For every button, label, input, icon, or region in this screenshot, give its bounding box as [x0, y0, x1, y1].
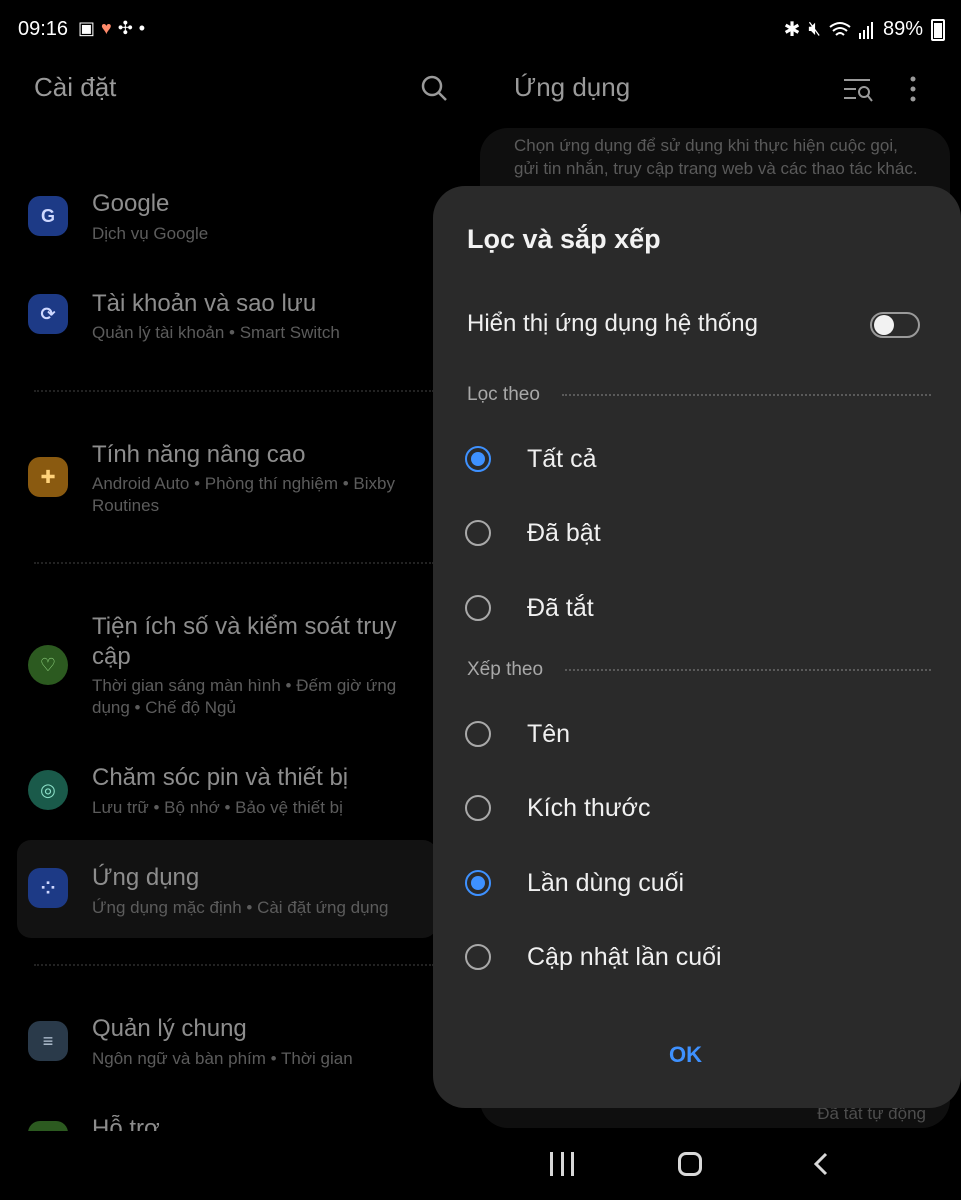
filter-section-header: Lọc theo: [467, 384, 931, 406]
option-label: Lần dùng cuối: [527, 868, 685, 897]
item-title: Ứng dụng: [92, 864, 200, 891]
settings-item-accounts-backup[interactable]: ⟳ Tài khoản và sao lưu Quản lý tài khoản…: [28, 290, 438, 350]
item-title: Chăm sóc pin và thiết bị: [92, 764, 349, 791]
item-subtitle: Lưu trữ • Bộ nhớ • Bảo vệ thiết bị: [92, 798, 343, 817]
wifi-icon: [829, 21, 851, 36]
section-divider: [565, 669, 931, 671]
item-title: Tính năng nâng cao: [92, 441, 306, 468]
filter-option-all[interactable]: Tất cả: [465, 434, 935, 484]
settings-item-apps[interactable]: ⁘ Ứng dụng Ứng dụng mặc định • Cài đặt ứ…: [28, 864, 438, 924]
sort-option-name[interactable]: Tên: [465, 709, 935, 759]
health-icon: ♥: [101, 18, 118, 38]
status-time: 09:16: [18, 18, 69, 40]
bluetooth-icon: ✱: [783, 19, 801, 41]
filter-option-enabled[interactable]: Đã bật: [465, 508, 935, 558]
item-subtitle: Android Auto • Phòng thí nghiệm • Bixby: [92, 474, 395, 493]
apps-icon: ⁘: [28, 868, 68, 908]
settings-item-advanced-features[interactable]: ✚ Tính năng nâng cao Android Auto • Phòn…: [28, 441, 438, 521]
radio-selected[interactable]: [465, 870, 491, 896]
option-label: Đã tắt: [527, 593, 594, 622]
wellbeing-icon: ♡: [28, 645, 68, 685]
search-icon[interactable]: [420, 74, 448, 102]
toggle-knob: [874, 315, 894, 335]
mute-icon: 🔇︎: [808, 18, 821, 40]
image-icon: ▣: [78, 18, 102, 38]
item-subtitle: Thời gian sáng màn hình • Đếm giờ ứng: [92, 676, 397, 695]
radio-unselected[interactable]: [465, 721, 491, 747]
apps-title: Ứng dụng: [514, 72, 631, 102]
divider: [34, 390, 434, 392]
fan-icon: ✣: [117, 18, 139, 38]
sync-icon: ⟳: [28, 294, 68, 334]
gear-plus-icon: ✚: [28, 457, 68, 497]
settings-item-device-care[interactable]: ◎ Chăm sóc pin và thiết bị Lưu trữ • Bộ …: [28, 764, 438, 824]
home-button[interactable]: [678, 1152, 702, 1176]
option-label: Tất cả: [527, 444, 597, 473]
sort-option-size[interactable]: Kích thước: [465, 783, 935, 833]
filter-search-icon[interactable]: [842, 76, 874, 104]
battery-icon: [931, 18, 945, 41]
radio-unselected[interactable]: [465, 944, 491, 970]
item-subtitle: Ứng dụng mặc định • Cài đặt ứng dụng: [92, 898, 389, 917]
filter-sort-dialog: Lọc và sắp xếp Hiển thị ứng dụng hệ thốn…: [433, 186, 961, 1108]
show-system-apps-label: Hiển thị ứng dụng hệ thống: [467, 310, 758, 337]
sliders-icon: ≡: [28, 1021, 68, 1061]
filter-section-label: Lọc theo: [467, 384, 540, 405]
dialog-title: Lọc và sắp xếp: [467, 224, 661, 254]
item-subtitle: Ngôn ngữ và bàn phím • Thời gian: [92, 1049, 353, 1068]
item-title: Quản lý chung: [92, 1015, 247, 1042]
divider: [34, 964, 434, 966]
signal-icon: [858, 21, 873, 39]
settings-item-support[interactable]: Hỗ trợ: [28, 1115, 438, 1131]
ok-button[interactable]: OK: [669, 1042, 702, 1068]
sort-section-label: Xếp theo: [467, 659, 544, 680]
recent-apps-button[interactable]: [550, 1152, 574, 1176]
item-subtitle: Dịch vụ Google: [92, 224, 209, 243]
settings-item-digital-wellbeing[interactable]: ♡ Tiện ích số và kiểm soát truy cập Thời…: [28, 613, 438, 723]
divider: [34, 562, 434, 564]
item-subtitle-line2: Routines: [92, 496, 160, 515]
item-title-line2: cập: [92, 643, 131, 670]
option-label: Đã bật: [527, 518, 601, 547]
item-title: Tiện ích số và kiểm soát truy: [92, 613, 397, 640]
filter-option-disabled[interactable]: Đã tắt: [465, 583, 935, 633]
item-title: Tài khoản và sao lưu: [92, 290, 317, 317]
sort-option-last-updated[interactable]: Cập nhật lần cuối: [465, 932, 935, 982]
radio-unselected[interactable]: [465, 595, 491, 621]
item-title: Google: [92, 190, 170, 217]
status-right: ✱ 🔇︎ 89%: [784, 17, 945, 42]
dot-icon: •: [138, 18, 152, 38]
radio-unselected[interactable]: [465, 795, 491, 821]
accessibility-icon: [28, 1121, 68, 1131]
radio-unselected[interactable]: [465, 520, 491, 546]
status-bar: 09:16 ▣♥✣• ✱ 🔇︎ 89%: [0, 0, 961, 60]
settings-item-google[interactable]: G Google Dịch vụ Google: [28, 190, 438, 250]
google-icon: G: [28, 196, 68, 236]
device-care-icon: ◎: [28, 770, 68, 810]
section-divider: [561, 394, 931, 396]
sort-section-header: Xếp theo: [467, 659, 931, 681]
item-subtitle-line2: dụng • Chế độ Ngủ: [92, 698, 236, 717]
more-options-icon[interactable]: [905, 74, 921, 104]
settings-title: Cài đặt: [34, 72, 117, 102]
radio-selected[interactable]: [465, 446, 491, 472]
navigation-bar: [480, 1140, 961, 1200]
option-label: Cập nhật lần cuối: [527, 942, 722, 971]
battery-text: 89%: [882, 18, 923, 40]
apps-description: Chọn ứng dụng để sử dụng khi thực hiện c…: [514, 136, 918, 178]
settings-item-general-management[interactable]: ≡ Quản lý chung Ngôn ngữ và bàn phím • T…: [28, 1015, 438, 1075]
option-label: Kích thước: [527, 793, 651, 822]
item-title: Hỗ trợ: [92, 1115, 160, 1131]
item-subtitle: Quản lý tài khoản • Smart Switch: [92, 323, 340, 342]
sort-option-last-used[interactable]: Lần dùng cuối: [465, 858, 935, 908]
back-button[interactable]: [808, 1150, 836, 1178]
option-label: Tên: [527, 719, 571, 748]
notification-icons: ▣♥✣•: [78, 18, 151, 39]
show-system-apps-toggle[interactable]: [870, 312, 920, 338]
